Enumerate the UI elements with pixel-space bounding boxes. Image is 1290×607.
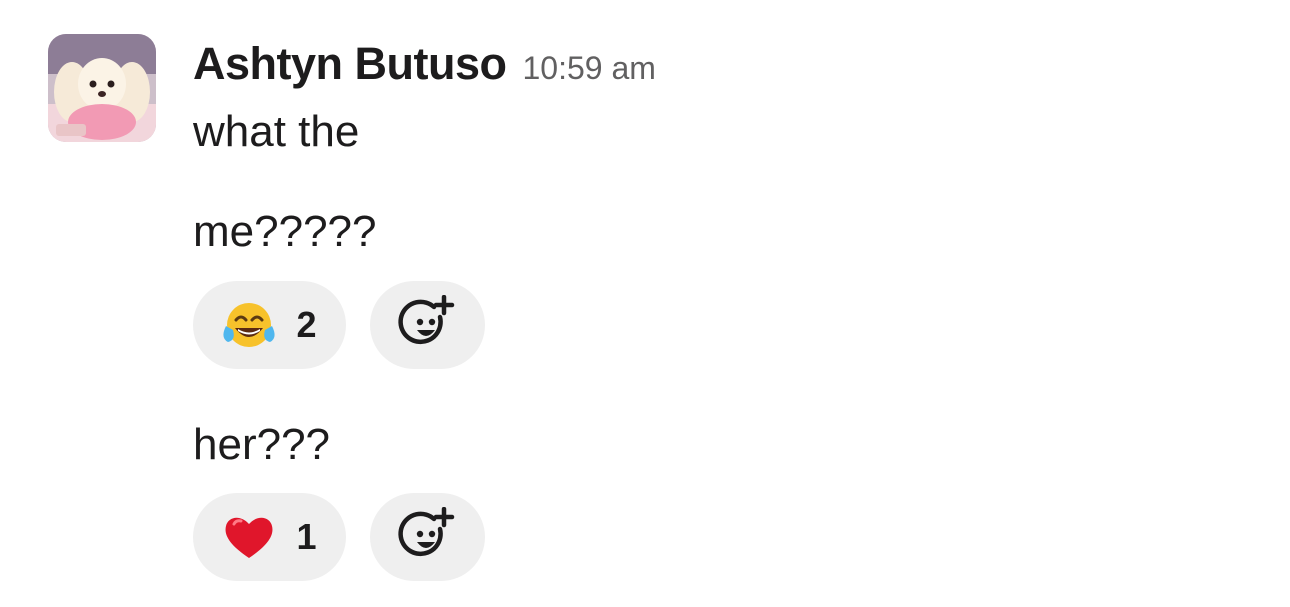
reaction-heart[interactable]: 1 <box>193 493 346 581</box>
add-reaction-icon <box>397 295 454 345</box>
red-heart-icon <box>226 517 273 558</box>
add-reaction-button[interactable] <box>370 281 485 369</box>
avatar[interactable] <box>48 34 156 142</box>
message-text: me????? <box>193 207 377 256</box>
message-header: Ashtyn Butuso 10:59 am <box>193 38 656 96</box>
reaction-bar: 1 <box>193 493 485 581</box>
dog-avatar-image <box>48 34 156 142</box>
message-text: her??? <box>193 420 331 469</box>
add-reaction-icon <box>397 507 454 557</box>
message-text: what the <box>193 107 360 156</box>
reaction-laughing[interactable]: 2 <box>193 281 346 369</box>
add-reaction-button[interactable] <box>370 493 485 581</box>
face-with-tears-of-joy-icon <box>223 303 276 347</box>
sender-name[interactable]: Ashtyn Butuso <box>193 38 507 90</box>
message-timestamp[interactable]: 10:59 am <box>523 50 656 87</box>
reaction-bar: 2 <box>193 281 485 369</box>
reaction-count: 2 <box>296 304 317 345</box>
reaction-count: 1 <box>296 516 317 557</box>
